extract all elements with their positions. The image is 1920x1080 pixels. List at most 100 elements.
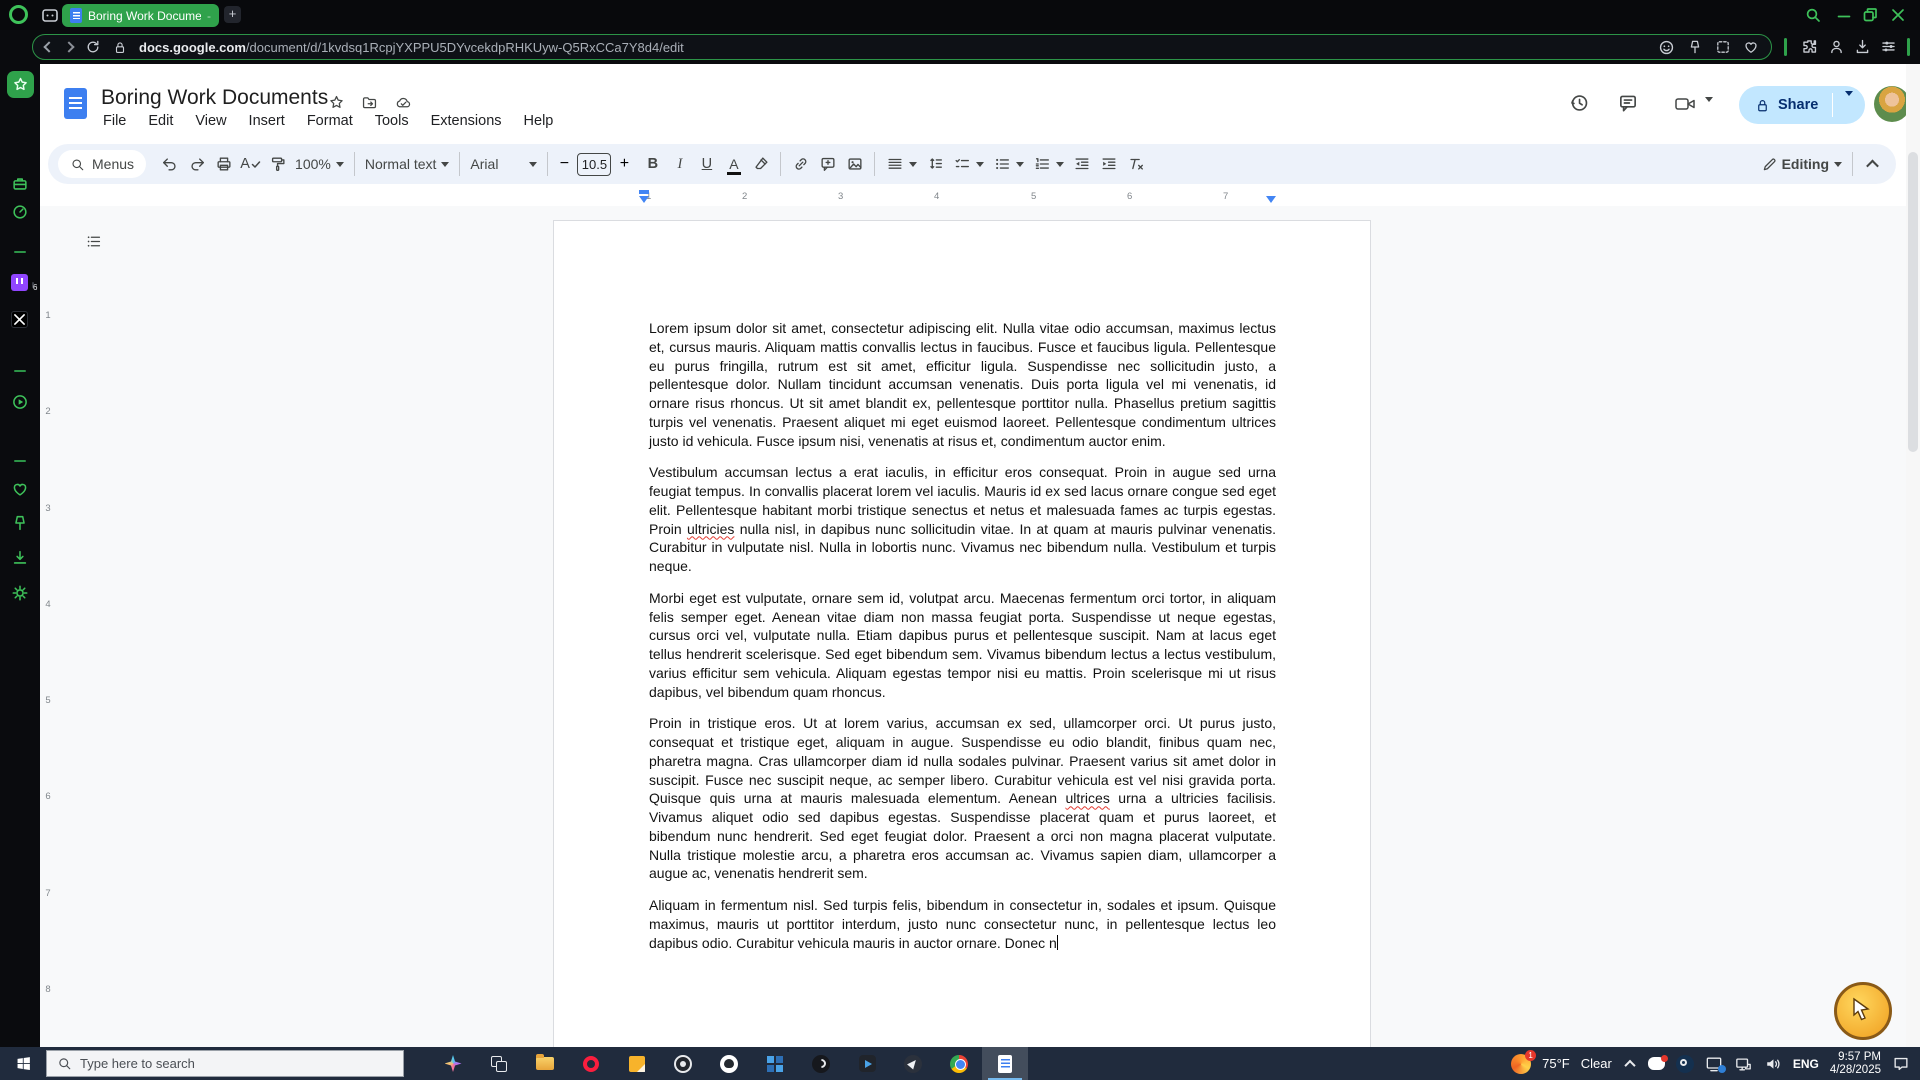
site-lock-icon[interactable] — [113, 40, 127, 55]
paragraph[interactable]: Vestibulum accumsan lectus a erat iaculi… — [649, 463, 1276, 576]
scrollbar-thumb[interactable] — [1908, 152, 1918, 452]
menu-help[interactable]: Help — [524, 113, 554, 129]
redo-button[interactable] — [183, 151, 210, 178]
copilot-sparkle-icon[interactable] — [430, 1047, 476, 1080]
font-size-increase-button[interactable]: + — [614, 151, 634, 178]
opera-icon[interactable] — [568, 1047, 614, 1080]
zoom-caret-icon[interactable] — [336, 162, 344, 167]
gx-control-gauge-icon[interactable] — [11, 203, 29, 221]
align-caret-icon[interactable] — [909, 162, 917, 167]
paragraph[interactable]: Aliquam in fermentum nisl. Sed turpis fe… — [649, 896, 1276, 952]
meet-caret-icon[interactable] — [1705, 102, 1713, 120]
document-page[interactable]: Lorem ipsum dolor sit amet, consectetur … — [553, 220, 1371, 1047]
weather-temperature[interactable]: 75°F — [1542, 1056, 1570, 1071]
clock[interactable]: 9:57 PM 4/28/2025 — [1830, 1051, 1881, 1077]
music-app-icon[interactable] — [798, 1047, 844, 1080]
volume-tray-icon[interactable] — [1764, 1056, 1782, 1072]
docs-logo-icon[interactable] — [64, 88, 87, 119]
first-line-indent-marker[interactable] — [639, 190, 649, 194]
zoom-value[interactable]: 100% — [291, 156, 335, 172]
extensions-puzzle-icon[interactable] — [1801, 38, 1818, 55]
font-caret-icon[interactable] — [529, 162, 537, 167]
increase-indent-button[interactable] — [1095, 151, 1122, 178]
hide-menus-button[interactable] — [1859, 151, 1886, 178]
task-view-icon[interactable] — [476, 1047, 522, 1080]
menu-file[interactable]: File — [103, 113, 126, 129]
menu-view[interactable]: View — [195, 113, 226, 129]
easy-files-briefcase-icon[interactable] — [11, 175, 29, 193]
start-button[interactable] — [0, 1047, 46, 1080]
document-text[interactable]: Lorem ipsum dolor sit amet, consectetur … — [649, 319, 1276, 965]
settings-gear-icon[interactable] — [11, 584, 29, 602]
menus-search-button[interactable]: Menus — [58, 150, 146, 178]
share-button[interactable]: Share — [1739, 86, 1865, 124]
star-document-icon[interactable] — [328, 94, 345, 111]
comments-icon[interactable] — [1617, 92, 1639, 114]
horizontal-ruler[interactable]: 1 2 3 4 5 6 7 — [40, 188, 1906, 206]
menu-insert[interactable]: Insert — [249, 113, 285, 129]
paragraph-style-value[interactable]: Normal text — [361, 156, 441, 172]
tray-expand-icon[interactable] — [1623, 1060, 1637, 1068]
document-title[interactable]: Boring Work Documents — [101, 86, 328, 110]
style-caret-icon[interactable] — [441, 162, 449, 167]
pinboard-icon[interactable] — [1687, 39, 1703, 55]
action-center-icon[interactable] — [1892, 1055, 1910, 1072]
menu-extensions[interactable]: Extensions — [431, 113, 502, 129]
menu-edit[interactable]: Edit — [148, 113, 173, 129]
google-docs-taskbar-icon[interactable] — [982, 1047, 1028, 1080]
numbered-list-button[interactable] — [1028, 151, 1055, 178]
checklist-button[interactable] — [948, 151, 975, 178]
window-search-icon[interactable] — [1805, 7, 1823, 23]
align-button[interactable] — [881, 151, 908, 178]
document-outline-icon[interactable] — [80, 228, 106, 254]
mode-caret-icon[interactable] — [1834, 162, 1842, 167]
left-indent-marker[interactable] — [639, 196, 649, 203]
misspelled-word[interactable]: ultrices — [1065, 790, 1109, 806]
window-close-icon[interactable] — [1890, 7, 1908, 23]
clear-formatting-button[interactable] — [1122, 151, 1149, 178]
underline-button[interactable]: U — [693, 151, 720, 178]
print-button[interactable] — [210, 151, 237, 178]
url-text[interactable]: docs.google.com/document/d/1kvdsq1RcpjYX… — [139, 40, 684, 55]
downloads-icon[interactable] — [11, 549, 29, 567]
paragraph[interactable]: Proin in tristique eros. Ut at lorem var… — [649, 714, 1276, 883]
italic-button[interactable]: I — [666, 151, 693, 178]
pinboard-icon[interactable] — [11, 514, 29, 532]
github-icon[interactable] — [706, 1047, 752, 1080]
user-avatar[interactable] — [1874, 86, 1910, 122]
sticky-notes-icon[interactable] — [614, 1047, 660, 1080]
address-bar[interactable]: docs.google.com/document/d/1kvdsq1RcpjYX… — [32, 34, 1772, 60]
bold-button[interactable]: B — [639, 151, 666, 178]
move-folder-icon[interactable] — [360, 94, 379, 111]
player-icon[interactable] — [11, 393, 29, 411]
workspace-icon[interactable] — [42, 9, 58, 22]
twitch-icon[interactable]: 6 — [11, 274, 28, 291]
window-minimize-icon[interactable] — [1836, 7, 1854, 23]
cast-tray-icon[interactable] — [1705, 1056, 1723, 1072]
profile-icon[interactable] — [1828, 38, 1845, 55]
firefox-tray-icon[interactable]: 1 — [1511, 1054, 1531, 1074]
new-tab-button[interactable]: + — [224, 6, 241, 23]
rocket-app-icon[interactable] — [890, 1047, 936, 1080]
undo-button[interactable] — [156, 151, 183, 178]
snapshot-icon[interactable] — [1715, 39, 1731, 55]
version-history-icon[interactable] — [1568, 92, 1590, 114]
misspelled-word[interactable]: ultricies — [687, 521, 734, 537]
back-icon[interactable] — [43, 41, 54, 52]
taskbar-search-input[interactable]: Type here to search — [46, 1050, 404, 1077]
network-tray-icon[interactable] — [1734, 1056, 1753, 1072]
share-caret-icon[interactable] — [1833, 96, 1865, 114]
weather-condition[interactable]: Clear — [1581, 1056, 1612, 1071]
favorites-heart-icon[interactable] — [11, 480, 29, 498]
text-color-button[interactable]: A — [720, 151, 747, 178]
mode-label[interactable]: Editing — [1778, 156, 1833, 172]
checklist-caret-icon[interactable] — [976, 162, 984, 167]
numbered-list-caret-icon[interactable] — [1056, 162, 1064, 167]
downloads-icon[interactable] — [1854, 38, 1871, 55]
bulleted-list-button[interactable] — [988, 151, 1015, 178]
settings-sliders-icon[interactable] — [1880, 38, 1897, 55]
video-player-icon[interactable] — [844, 1047, 890, 1080]
window-restore-icon[interactable] — [1862, 7, 1880, 23]
favorites-heart-icon[interactable] — [1743, 39, 1759, 55]
insert-link-button[interactable] — [787, 151, 814, 178]
